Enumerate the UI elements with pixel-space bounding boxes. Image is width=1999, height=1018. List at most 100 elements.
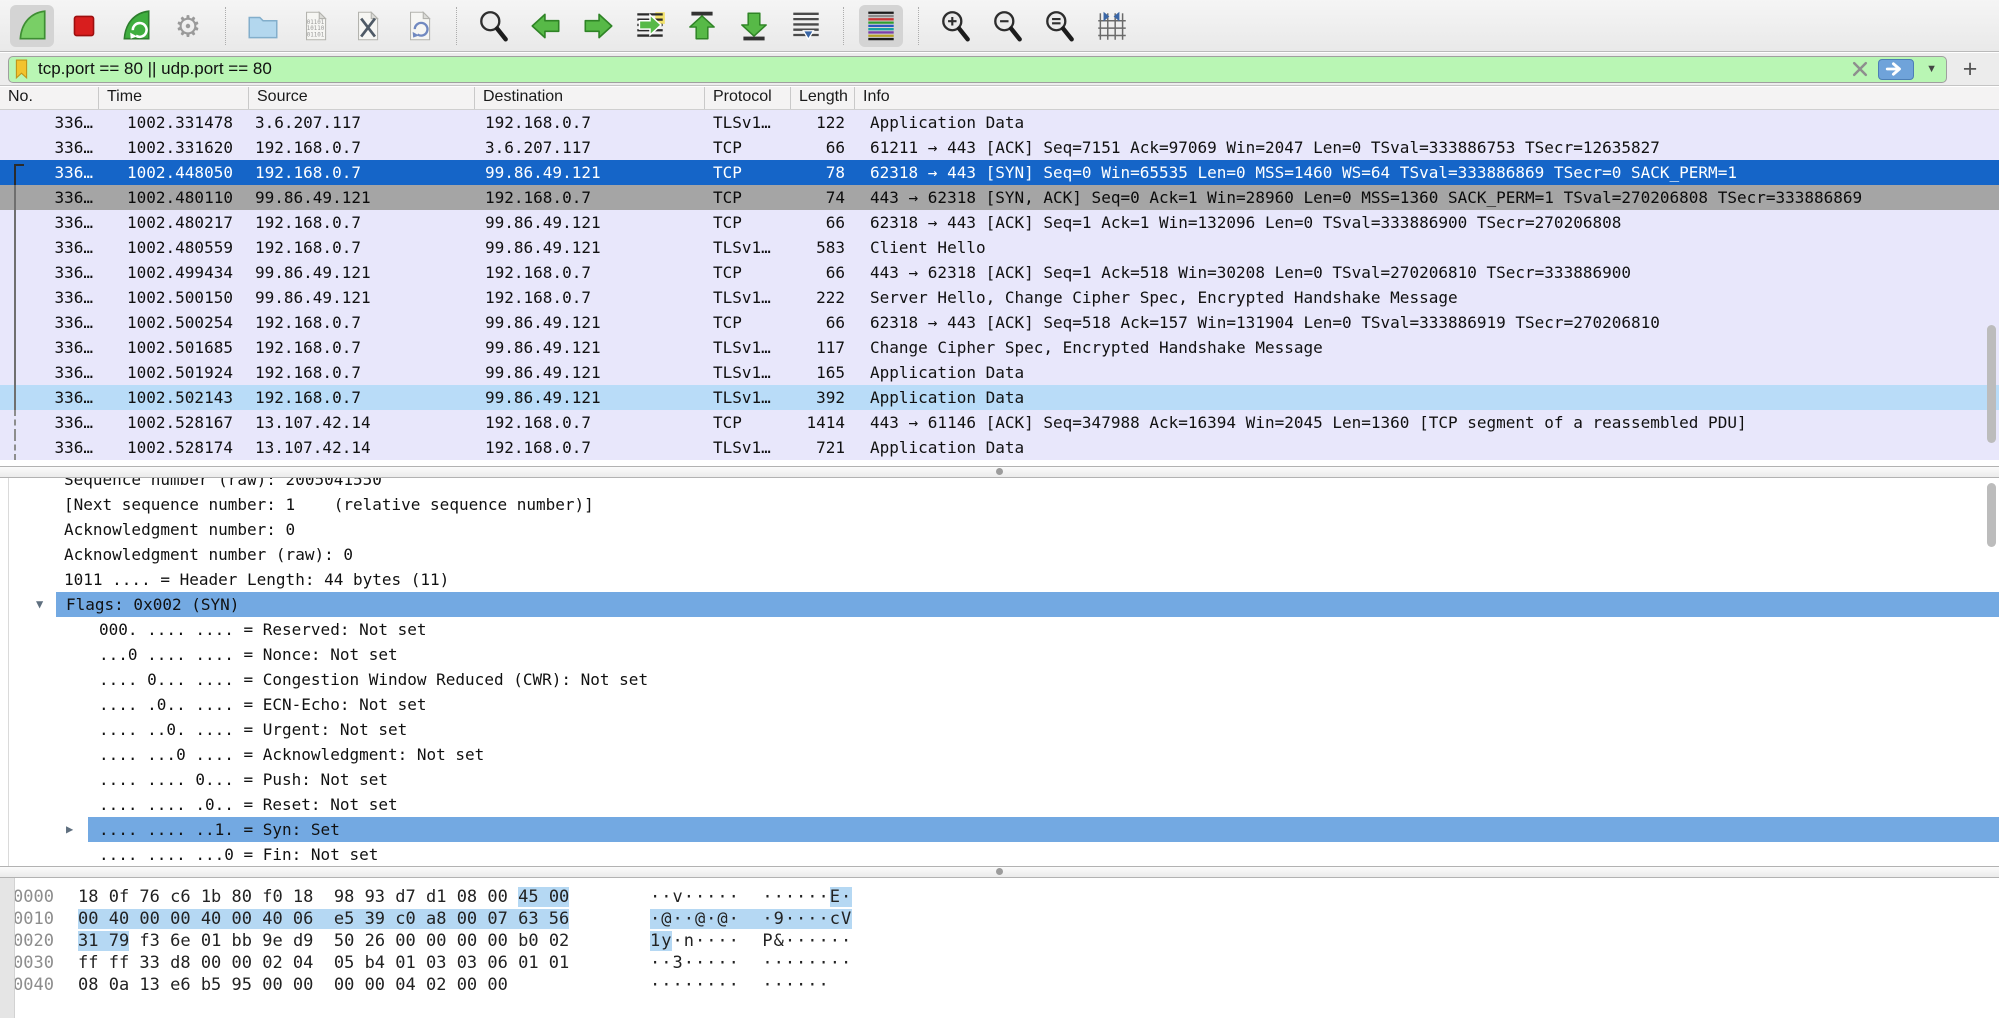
hex-byte-run[interactable]: 18 0f 76 c6 1b 80 f0 18 98 93 d7 d1 08 0… bbox=[78, 887, 518, 907]
open-file-icon bbox=[245, 8, 281, 44]
zoom-out-button[interactable] bbox=[986, 5, 1030, 47]
bookmark-icon[interactable] bbox=[13, 58, 30, 80]
packet-row[interactable]: 336…1002.480559192.168.0.799.86.49.121TL… bbox=[0, 235, 1999, 260]
details-scrollbar-thumb[interactable] bbox=[1987, 483, 1996, 547]
pane-splitter-upper[interactable] bbox=[0, 466, 1999, 478]
zoom-reset-button[interactable] bbox=[1038, 5, 1082, 47]
go-to-packet-button[interactable] bbox=[628, 5, 672, 47]
ascii-run[interactable]: E· bbox=[830, 887, 852, 907]
detail-line[interactable]: Acknowledgment number: 0 bbox=[0, 517, 1999, 542]
detail-line[interactable]: .... .... ..1. = Syn: Set▶ bbox=[0, 817, 1999, 842]
packet-cell-no: 336… bbox=[0, 135, 99, 160]
splitter-handle-icon bbox=[996, 868, 1003, 875]
toolbar-separator bbox=[456, 7, 457, 45]
toolbar-separator bbox=[843, 7, 844, 45]
detail-line[interactable]: 000. .... .... = Reserved: Not set bbox=[0, 617, 1999, 642]
packet-cell-dst: 192.168.0.7 bbox=[475, 110, 705, 135]
packet-row[interactable]: 336…1002.502143192.168.0.799.86.49.121TL… bbox=[0, 385, 1999, 410]
hex-byte-run[interactable]: 31 79 bbox=[78, 931, 129, 951]
packet-row[interactable]: 336…1002.52817413.107.42.14192.168.0.7TL… bbox=[0, 435, 1999, 460]
detail-line[interactable]: Flags: 0x002 (SYN)▼ bbox=[0, 592, 1999, 617]
packet-row[interactable]: 336…1002.480217192.168.0.799.86.49.121TC… bbox=[0, 210, 1999, 235]
hex-byte-run[interactable]: f3 6e 01 bb 9e d9 50 26 00 00 00 00 b0 0… bbox=[129, 931, 569, 951]
packet-list-scrollbar-thumb[interactable] bbox=[1987, 325, 1996, 443]
auto-scroll-button[interactable] bbox=[784, 5, 828, 47]
apply-filter-button[interactable] bbox=[1878, 59, 1914, 80]
clear-filter-icon[interactable] bbox=[1850, 59, 1870, 79]
detail-line[interactable]: .... .... 0... = Push: Not set bbox=[0, 767, 1999, 792]
detail-line[interactable]: .... ...0 .... = Acknowledgment: Not set bbox=[0, 742, 1999, 767]
filter-expression-text[interactable]: tcp.port == 80 || udp.port == 80 bbox=[38, 59, 1842, 79]
column-header-time[interactable]: Time bbox=[99, 87, 249, 109]
packet-row[interactable]: 336…1002.501685192.168.0.799.86.49.121TL… bbox=[0, 335, 1999, 360]
save-file-button[interactable]: 011011011001101 bbox=[293, 5, 337, 47]
column-header-info[interactable]: Info bbox=[855, 87, 1999, 109]
detail-line[interactable]: ...0 .... .... = Nonce: Not set bbox=[0, 642, 1999, 667]
column-header-protocol[interactable]: Protocol bbox=[705, 87, 791, 109]
ascii-run[interactable]: ··v····· ······ bbox=[650, 887, 830, 907]
detail-line[interactable]: .... ..0. .... = Urgent: Not set bbox=[0, 717, 1999, 742]
go-back-icon bbox=[528, 8, 564, 44]
zoom-in-button[interactable] bbox=[934, 5, 978, 47]
ascii-run[interactable]: ··3····· ········ bbox=[650, 953, 852, 973]
column-header-source[interactable]: Source bbox=[249, 87, 475, 109]
colorize-packets-button[interactable] bbox=[859, 5, 903, 47]
start-capture-button[interactable] bbox=[10, 5, 54, 47]
display-filter-input[interactable]: tcp.port == 80 || udp.port == 80 ▼ bbox=[8, 56, 1947, 83]
pane-splitter-lower[interactable] bbox=[0, 866, 1999, 878]
add-filter-button[interactable]: + bbox=[1957, 56, 1983, 82]
column-header-length[interactable]: Length bbox=[791, 87, 855, 109]
stop-capture-icon bbox=[66, 8, 102, 44]
packet-cell-time: 1002.501685 bbox=[99, 335, 249, 360]
detail-line[interactable]: .... .... .0.. = Reset: Not set bbox=[0, 792, 1999, 817]
packet-cell-time: 1002.502143 bbox=[99, 385, 249, 410]
ascii-run[interactable]: ·@··@·@· ·9····cV bbox=[650, 909, 852, 929]
packet-row[interactable]: 336…1002.500254192.168.0.799.86.49.121TC… bbox=[0, 310, 1999, 335]
detail-line[interactable]: .... .... ...0 = Fin: Not set bbox=[0, 842, 1999, 866]
hex-byte-run[interactable]: 08 0a 13 e6 b5 95 00 00 00 00 04 02 00 0… bbox=[78, 975, 508, 995]
column-header-no[interactable]: No. bbox=[0, 87, 99, 109]
packet-row[interactable]: 336…1002.331620192.168.0.73.6.207.117TCP… bbox=[0, 135, 1999, 160]
hex-byte-run[interactable]: 00 40 00 00 40 00 40 06 e5 39 c0 a8 00 0… bbox=[78, 909, 569, 929]
detail-line[interactable]: [Next sequence number: 1 (relative seque… bbox=[0, 492, 1999, 517]
detail-line[interactable]: Acknowledgment number (raw): 0 bbox=[0, 542, 1999, 567]
resize-columns-button[interactable] bbox=[1090, 5, 1134, 47]
open-file-button[interactable] bbox=[241, 5, 285, 47]
column-header-destination[interactable]: Destination bbox=[475, 87, 705, 109]
expanded-triangle-icon[interactable]: ▼ bbox=[36, 592, 43, 617]
packet-cell-dst: 192.168.0.7 bbox=[475, 285, 705, 310]
hex-byte-run[interactable]: ff ff 33 d8 00 00 02 04 05 b4 01 03 03 0… bbox=[78, 953, 569, 973]
hex-byte-run[interactable]: 45 00 bbox=[518, 887, 569, 907]
detail-line[interactable]: 1011 .... = Header Length: 44 bytes (11) bbox=[0, 567, 1999, 592]
packet-row[interactable]: 336…1002.50015099.86.49.121192.168.0.7TL… bbox=[0, 285, 1999, 310]
ascii-run[interactable]: ········ ······ bbox=[650, 975, 830, 995]
packet-row[interactable]: 336…1002.3314783.6.207.117192.168.0.7TLS… bbox=[0, 110, 1999, 135]
filter-dropdown-icon[interactable]: ▼ bbox=[1922, 63, 1941, 75]
detail-line[interactable]: .... .0.. .... = ECN-Echo: Not set bbox=[0, 692, 1999, 717]
detail-line[interactable]: .... 0... .... = Congestion Window Reduc… bbox=[0, 667, 1999, 692]
go-to-top-button[interactable] bbox=[680, 5, 724, 47]
packet-row[interactable]: 336…1002.501924192.168.0.799.86.49.121TL… bbox=[0, 360, 1999, 385]
stop-capture-button[interactable] bbox=[62, 5, 106, 47]
go-back-button[interactable] bbox=[524, 5, 568, 47]
collapsed-triangle-icon[interactable]: ▶ bbox=[66, 817, 73, 842]
packet-row[interactable]: 336…1002.48011099.86.49.121192.168.0.7TC… bbox=[0, 185, 1999, 210]
close-file-button[interactable] bbox=[345, 5, 389, 47]
packet-cell-info: Server Hello, Change Cipher Spec, Encryp… bbox=[855, 285, 1999, 310]
zoom-out-icon bbox=[990, 8, 1026, 44]
restart-capture-button[interactable] bbox=[114, 5, 158, 47]
ascii-run[interactable]: ·n···· P&······ bbox=[672, 931, 852, 951]
go-forward-button[interactable] bbox=[576, 5, 620, 47]
detail-line[interactable]: Sequence number (raw): 2005041550 bbox=[0, 478, 1999, 492]
go-to-bottom-button[interactable] bbox=[732, 5, 776, 47]
packet-row[interactable]: 336…1002.448050192.168.0.799.86.49.121TC… bbox=[0, 160, 1999, 185]
hex-bytes: 08 0a 13 e6 b5 95 00 00 00 00 04 02 00 0… bbox=[78, 974, 618, 996]
packet-row[interactable]: 336…1002.52816713.107.42.14192.168.0.7TC… bbox=[0, 410, 1999, 435]
capture-options-button[interactable]: ⚙ bbox=[166, 5, 210, 47]
packet-row[interactable]: 336…1002.49943499.86.49.121192.168.0.7TC… bbox=[0, 260, 1999, 285]
packet-cell-dst: 192.168.0.7 bbox=[475, 435, 705, 460]
reload-file-button[interactable] bbox=[397, 5, 441, 47]
hex-ascii: ········ ······ bbox=[650, 974, 830, 996]
ascii-run[interactable]: 1y bbox=[650, 931, 672, 951]
find-packet-button[interactable] bbox=[472, 5, 516, 47]
